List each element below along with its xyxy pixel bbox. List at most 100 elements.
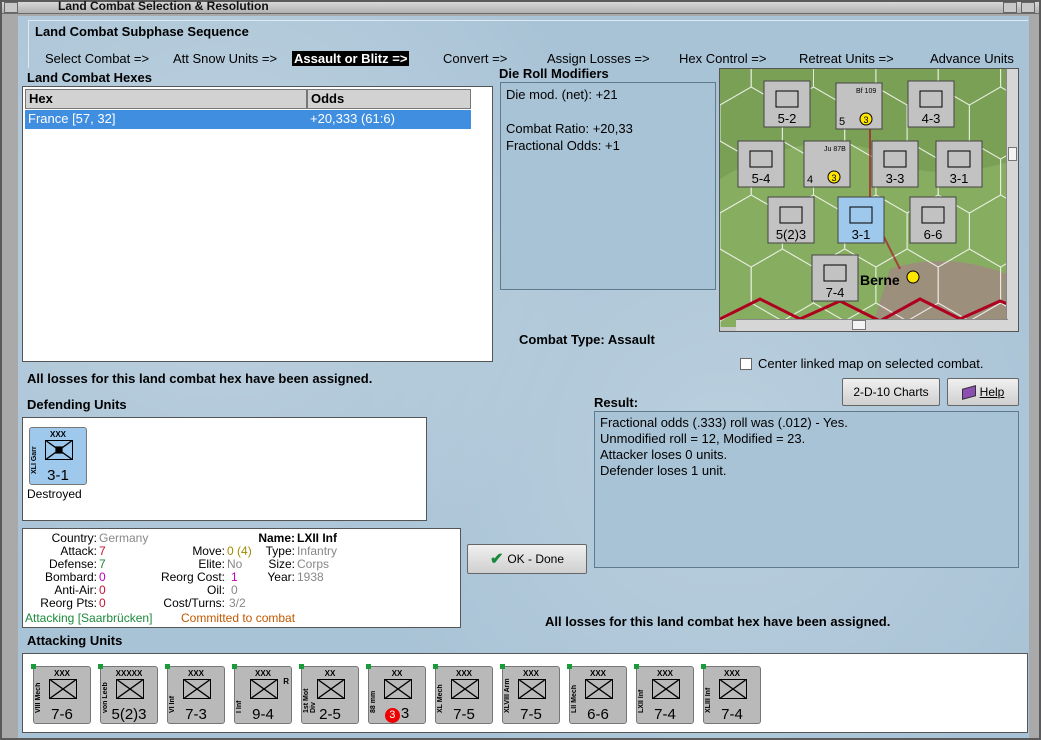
unit-symbol-icon	[49, 679, 77, 699]
unit-size: XXX	[522, 669, 539, 678]
center-map-label: Center linked map on selected combat.	[758, 356, 984, 371]
unit-info-box: Country: Germany Attack: 7 Defense: 7 Bo…	[22, 528, 461, 628]
map-counter[interactable]: 7-4	[811, 254, 859, 302]
map-counter[interactable]: 3-1	[837, 196, 885, 244]
unit-symbol-icon	[384, 679, 412, 699]
map-vscrollbar[interactable]	[1006, 69, 1018, 331]
map-svg: 5-2 4-3 5-4 3-3 3-1 5(2)3 3-1 6-6 7-4 Bf 1095 3 Ju …	[720, 69, 1018, 331]
unit-symbol-icon	[652, 679, 680, 699]
attacking-title: Attacking Units	[27, 633, 123, 648]
name-value: LXII Inf	[297, 531, 337, 545]
attacking-unit[interactable]: XX 88 mm 3 3	[366, 664, 426, 724]
system-menu-icon[interactable]	[4, 2, 18, 13]
antiair-label: Anti-Air:	[54, 583, 97, 597]
subphase-step: Advance Units	[930, 51, 1014, 66]
map-counter[interactable]: 5-4	[737, 140, 785, 188]
subphase-step: Retreat Units =>	[799, 51, 894, 66]
window: Land Combat Selection & Resolution Land …	[0, 0, 1041, 740]
air-name: Bf 109	[856, 88, 876, 95]
unit-value: 7-4	[721, 706, 743, 723]
subphase-step: Convert =>	[443, 51, 508, 66]
hex-cell: France [57, 32]	[28, 111, 116, 126]
attacking-unit[interactable]: XXX VIII Mech 7-6	[31, 664, 91, 724]
oil-value: 0	[231, 583, 238, 597]
defending-unit[interactable]: XXX XLI Garr 3-1	[29, 427, 87, 485]
air-value: 4	[807, 174, 813, 186]
map-counter-value: 6-6	[924, 227, 943, 242]
unit-value: 33	[369, 705, 425, 723]
attacking-unit[interactable]: XXX LII Mech 6-6	[567, 664, 627, 724]
ok-done-button[interactable]: ✔ OK - Done	[467, 544, 587, 574]
hexes-list[interactable]: Hex Odds France [57, 32] +20,333 (61:6)	[22, 86, 493, 362]
map-counter[interactable]: 5(2)3	[767, 196, 815, 244]
attack-value: 7	[99, 544, 106, 558]
reorgcost-label: Reorg Cost:	[160, 570, 225, 584]
close-icon[interactable]	[1021, 2, 1035, 13]
charts-button[interactable]: 2-D-10 Charts	[842, 378, 940, 406]
attacking-unit[interactable]: XXXXX von Leeb 5(2)3	[98, 664, 158, 724]
subphase-step: Assign Losses =>	[547, 51, 650, 66]
result-box: Fractional odds (.333) roll was (.012) -…	[594, 411, 1019, 568]
checkmark-icon: ✔	[489, 551, 504, 568]
unit-size: XXX	[187, 669, 204, 678]
map-counter[interactable]: 6-6	[909, 196, 957, 244]
window-title: Land Combat Selection & Resolution	[58, 0, 269, 13]
center-map-checkbox[interactable]	[740, 357, 752, 370]
unit-size: XXX	[589, 669, 606, 678]
type-label: Type:	[265, 544, 295, 558]
subphase-title: Land Combat Subphase Sequence	[35, 24, 249, 39]
unit-value: 9-4	[252, 706, 274, 723]
reorgcost-value: 1	[231, 570, 238, 584]
attacking-unit[interactable]: XX 1st Mot Div 2-5	[299, 664, 359, 724]
unit-symbol-icon	[585, 679, 613, 699]
subphase-step: Att Snow Units =>	[173, 51, 278, 66]
bombard-label: Bombard:	[44, 570, 97, 584]
attacking-unit[interactable]: XXX I Inf R 9-4	[232, 664, 292, 724]
air-counter[interactable]: Bf 109 5 3	[835, 82, 883, 130]
size-value: Corps	[297, 557, 330, 571]
unit-size: XXX	[49, 430, 66, 439]
map-counter[interactable]: 3-1	[935, 140, 983, 188]
unit-symbol-icon	[250, 679, 278, 699]
attacking-unit[interactable]: XXX XLVIII Arm 7-5	[500, 664, 560, 724]
minimize-icon[interactable]	[1003, 2, 1017, 13]
table-row[interactable]: France [57, 32] +20,333 (61:6)	[25, 110, 471, 129]
map-counter-value: 7-4	[826, 285, 845, 300]
attack-label: Attack:	[60, 544, 97, 558]
combat-type: Combat Type: Assault	[519, 332, 655, 347]
attacking-unit[interactable]: XXX XLIII Inf 7-4	[701, 664, 761, 724]
unit-value: 7-6	[51, 706, 73, 723]
unit-symbol-icon	[518, 679, 546, 699]
year-value: 1938	[297, 570, 324, 584]
map-counter[interactable]: 5-2	[763, 80, 811, 128]
die-roll-box: Die mod. (net): +21 Combat Ratio: +20,33…	[500, 82, 716, 290]
title-bar[interactable]: Land Combat Selection & Resolution	[2, 0, 1039, 14]
charts-button-label: 2-D-10 Charts	[853, 385, 929, 399]
attacking-unit[interactable]: XXX LXII Inf 7-4	[634, 664, 694, 724]
attacking-units-box[interactable]: XXX VIII Mech 7-6 XXXXX von Leeb 5(2)3 XXX VI I…	[22, 653, 1028, 733]
map-counter-value: 3-1	[950, 171, 969, 186]
infantry-symbol-icon	[45, 440, 73, 460]
map-counter[interactable]: 3-3	[871, 140, 919, 188]
map-hscrollbar[interactable]	[736, 319, 1008, 331]
unit-symbol-icon	[451, 679, 479, 699]
subphase-step: Hex Control =>	[679, 51, 767, 66]
map-counter[interactable]: 4-3	[907, 80, 955, 128]
attacking-unit[interactable]: XXX XL Mech 7-5	[433, 664, 493, 724]
linked-map[interactable]: 5-2 4-3 5-4 3-3 3-1 5(2)3 3-1 6-6 7-4 Bf 109 5 3 Ju …	[719, 68, 1019, 332]
result-title: Result:	[594, 395, 639, 410]
help-button[interactable]: Help	[947, 378, 1019, 406]
map-hscroll-thumb[interactable]	[852, 320, 866, 330]
air-counter[interactable]: Ju 87B 4 3	[803, 140, 851, 188]
attacking-location: Attacking [Saarbrücken]	[25, 611, 153, 625]
ok-done-label: OK - Done	[507, 552, 565, 566]
col-odds[interactable]: Odds	[307, 89, 471, 109]
attacking-unit[interactable]: XXX VI Inf 7-3	[165, 664, 225, 724]
costturns-label: Cost/Turns:	[163, 596, 225, 610]
odds-cell: +20,333 (61:6)	[310, 111, 395, 126]
col-hex[interactable]: Hex	[25, 89, 307, 109]
map-counter-value: 4-3	[922, 111, 941, 126]
center-map-option[interactable]: Center linked map on selected combat.	[740, 356, 983, 371]
defending-units-box[interactable]: XXX XLI Garr 3-1 Destroyed	[22, 417, 427, 521]
map-vscroll-thumb[interactable]	[1008, 147, 1017, 161]
